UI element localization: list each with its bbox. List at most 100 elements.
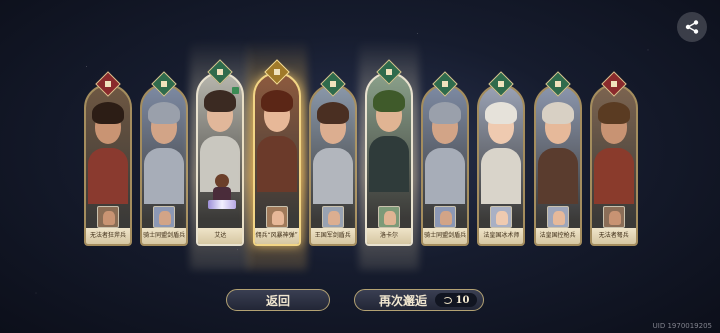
badge-mark — [105, 81, 111, 87]
unit-name-label: 无法者弩兵 — [591, 228, 636, 244]
summon-again-label: 再次邂逅 — [379, 293, 428, 308]
unit-name-label: 无法者狂斧兵 — [86, 228, 130, 244]
badge-mark — [610, 81, 617, 87]
player-uid: UID 1970019205 — [652, 322, 712, 330]
portrait-body — [593, 148, 634, 204]
badge-mark — [217, 69, 224, 75]
avatar-head — [215, 174, 230, 188]
character-portrait — [479, 86, 523, 204]
unit-name-label: 王国军剑盾兵 — [310, 228, 355, 244]
character-portrait — [592, 86, 636, 204]
portrait-hair — [429, 102, 462, 124]
new-badge-icon — [232, 87, 240, 94]
portrait-hair — [260, 90, 293, 112]
back-button-label: 返回 — [265, 293, 290, 308]
summon-cost-value: 10 — [455, 294, 470, 306]
result-cards-row: 无法者狂斧兵 骑士同盟剑盾兵 艾达 佣兵“风暴神弹” 王国军剑盾兵 洛卡尔 骑士同盟剑盾兵法… — [84, 0, 644, 270]
result-card-slot: 法皇国控枪兵 — [533, 0, 582, 270]
portrait-body — [88, 148, 128, 204]
result-card[interactable]: 法皇国冰术师 — [477, 84, 526, 246]
unit-token-icon — [546, 206, 569, 228]
result-card-slot: 无法者弩兵 — [589, 0, 638, 270]
back-button[interactable]: 返回 — [226, 289, 330, 311]
token-figure — [608, 211, 621, 225]
summon-cost: 10 — [435, 293, 477, 307]
result-card[interactable]: 无法者狂斧兵 — [84, 84, 132, 246]
token-figure — [271, 211, 284, 225]
token-figure — [327, 211, 340, 225]
character-portrait — [311, 86, 355, 204]
badge-mark — [554, 81, 561, 87]
unit-name-label: 佣兵“风暴神弹” — [254, 228, 299, 244]
result-card[interactable]: 骑士同盟剑盾兵 — [421, 84, 470, 246]
crescent-currency-icon — [442, 296, 452, 304]
portrait-body — [481, 148, 522, 204]
result-card-slot: 艾达 — [190, 0, 251, 270]
portrait-body — [537, 148, 578, 204]
result-card[interactable]: 艾达 — [196, 72, 245, 246]
portrait-body — [425, 148, 466, 204]
token-figure — [384, 211, 396, 225]
result-card-slot: 佣兵“风暴神弹” — [246, 0, 307, 270]
portrait-hair — [92, 102, 124, 124]
result-card[interactable]: 法皇国控枪兵 — [533, 84, 582, 246]
portrait-hair — [373, 90, 405, 112]
result-card[interactable]: 洛卡尔 — [365, 72, 413, 246]
chibi-avatar-figure — [208, 174, 237, 209]
share-button[interactable] — [677, 12, 707, 42]
portrait-hair — [316, 102, 349, 124]
result-card-slot: 骑士同盟剑盾兵 — [140, 0, 189, 270]
badge-mark — [386, 69, 392, 75]
character-portrait — [536, 86, 580, 204]
badge-mark — [273, 69, 280, 75]
result-card-slot: 洛卡尔 — [359, 0, 419, 270]
character-portrait — [86, 86, 130, 204]
result-card[interactable]: 王国军剑盾兵 — [308, 84, 357, 246]
result-card[interactable]: 无法者弩兵 — [589, 84, 638, 246]
result-card-slot: 无法者狂斧兵 — [84, 0, 132, 270]
result-card[interactable]: 佣兵“风暴神弹” — [252, 72, 301, 246]
unit-name-label: 骑士同盟剑盾兵 — [423, 228, 468, 244]
unit-token-icon — [97, 206, 119, 228]
portrait-hair — [148, 102, 181, 124]
character-portrait — [367, 74, 411, 192]
unit-token-icon — [378, 206, 400, 228]
portrait-hair — [541, 102, 574, 124]
unit-name-label: 洛卡尔 — [367, 228, 411, 244]
unit-token-icon — [153, 206, 176, 228]
badge-mark — [498, 81, 505, 87]
token-figure — [159, 211, 172, 225]
character-portrait — [255, 74, 299, 192]
unit-token-icon — [490, 206, 513, 228]
badge-mark — [442, 81, 449, 87]
unit-token-icon — [434, 206, 457, 228]
badge-mark — [329, 81, 336, 87]
result-card-slot: 王国军剑盾兵 — [308, 0, 357, 270]
result-card-slot: 骑士同盟剑盾兵 — [421, 0, 470, 270]
character-portrait — [423, 86, 467, 204]
portrait-hair — [485, 102, 518, 124]
badge-mark — [161, 81, 168, 87]
portrait-body — [256, 136, 297, 192]
unit-name-label: 骑士同盟剑盾兵 — [142, 228, 187, 244]
portrait-body — [312, 148, 353, 204]
portrait-body — [369, 136, 409, 192]
result-card[interactable]: 骑士同盟剑盾兵 — [140, 84, 189, 246]
character-portrait — [142, 86, 186, 204]
token-figure — [440, 211, 453, 225]
unit-name-label: 艾达 — [198, 228, 243, 244]
token-figure — [496, 211, 509, 225]
unit-token-icon — [265, 206, 288, 228]
avatar-base — [208, 200, 237, 209]
unit-name-label: 法皇国冰术师 — [479, 228, 524, 244]
result-card-slot: 法皇国冰术师 — [477, 0, 526, 270]
unit-name-label: 法皇国控枪兵 — [535, 228, 580, 244]
portrait-hair — [597, 102, 630, 124]
token-figure — [552, 211, 565, 225]
unit-token-icon — [321, 206, 344, 228]
unit-token-icon — [602, 206, 625, 228]
share-icon — [685, 20, 699, 34]
portrait-body — [144, 148, 185, 204]
summon-again-button[interactable]: 再次邂逅 10 — [354, 289, 484, 311]
token-figure — [103, 211, 115, 225]
